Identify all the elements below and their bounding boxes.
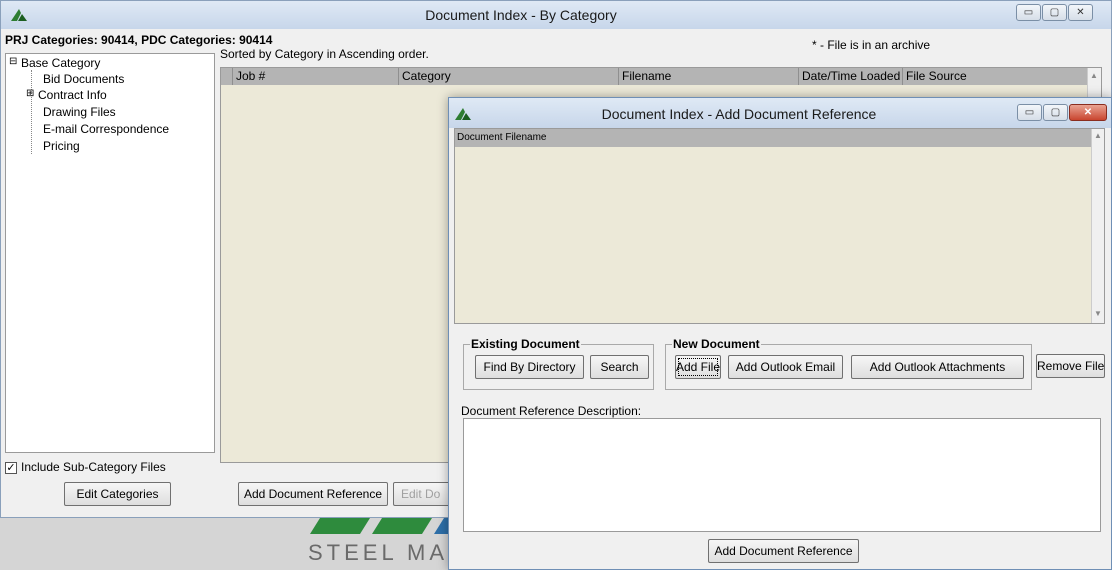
tree-expand-icon[interactable]: ⊞ bbox=[26, 88, 34, 99]
tree-item-pricing[interactable]: Pricing bbox=[43, 139, 80, 153]
new-document-group: New Document Add File Add Outlook Email … bbox=[665, 337, 1032, 390]
description-label: Document Reference Description: bbox=[461, 404, 642, 418]
search-button[interactable]: Search bbox=[590, 355, 649, 379]
main-title-bar[interactable]: Document Index - By Category ▭ ▢ ✕ bbox=[1, 1, 1111, 29]
category-tree[interactable]: ⊟ Base Category Bid Documents ⊞ Contract… bbox=[5, 53, 215, 453]
maximize-icon: ▢ bbox=[1049, 7, 1060, 18]
close-icon: ✕ bbox=[1076, 7, 1085, 18]
list-scroll-up-icon[interactable]: ▲ bbox=[1094, 131, 1102, 140]
list-vertical-scrollbar[interactable]: ▲ ▼ bbox=[1091, 129, 1104, 323]
dialog-maximize-icon: ▢ bbox=[1050, 107, 1061, 118]
close-button[interactable]: ✕ bbox=[1068, 4, 1093, 21]
document-filename-list[interactable]: Document Filename ▲ ▼ bbox=[454, 128, 1105, 324]
scroll-up-icon[interactable]: ▲ bbox=[1090, 71, 1098, 80]
tree-item-contract-info[interactable]: Contract Info bbox=[38, 88, 107, 102]
archive-note: * - File is in an archive bbox=[812, 38, 931, 52]
include-subcategory-label: Include Sub-Category Files bbox=[21, 460, 166, 474]
find-by-directory-button[interactable]: Find By Directory bbox=[475, 355, 584, 379]
list-scroll-down-icon[interactable]: ▼ bbox=[1094, 309, 1102, 318]
dialog-title: Document Index - Add Document Reference bbox=[601, 106, 877, 122]
logo-mark bbox=[310, 518, 460, 534]
include-subcategory-checkbox[interactable]: ✓ bbox=[5, 462, 17, 474]
tree-item-drawing-files[interactable]: Drawing Files bbox=[43, 105, 116, 119]
remove-file-button[interactable]: Remove File bbox=[1036, 354, 1105, 378]
description-textarea[interactable] bbox=[463, 418, 1101, 532]
new-document-label: New Document bbox=[672, 337, 761, 351]
column-filename[interactable]: Filename bbox=[619, 68, 799, 85]
document-filename-header[interactable]: Document Filename bbox=[455, 129, 1091, 147]
column-category[interactable]: Category bbox=[399, 68, 619, 85]
column-job-number[interactable]: Job # bbox=[233, 68, 399, 85]
grid-row-selector-header bbox=[221, 68, 233, 85]
column-file-source[interactable]: File Source bbox=[903, 68, 1087, 85]
dialog-minimize-icon: ▭ bbox=[1024, 107, 1035, 118]
dialog-minimize-button[interactable]: ▭ bbox=[1017, 104, 1042, 121]
minimize-button[interactable]: ▭ bbox=[1016, 4, 1041, 21]
dialog-add-document-reference-button[interactable]: Add Document Reference bbox=[708, 539, 859, 563]
sort-status: Sorted by Category in Ascending order. bbox=[220, 47, 429, 61]
dialog-maximize-button[interactable]: ▢ bbox=[1043, 104, 1068, 121]
add-outlook-email-button[interactable]: Add Outlook Email bbox=[728, 355, 843, 379]
tree-item-bid-documents[interactable]: Bid Documents bbox=[43, 72, 124, 86]
main-add-document-reference-button[interactable]: Add Document Reference bbox=[238, 482, 388, 506]
tree-item-email-correspondence[interactable]: E-mail Correspondence bbox=[43, 122, 169, 136]
edit-categories-button[interactable]: Edit Categories bbox=[64, 482, 171, 506]
add-document-reference-dialog: Document Index - Add Document Reference … bbox=[448, 97, 1112, 570]
categories-header: PRJ Categories: 90414, PDC Categories: 9… bbox=[5, 33, 273, 47]
existing-document-label: Existing Document bbox=[470, 337, 581, 351]
dialog-title-bar[interactable]: Document Index - Add Document Reference … bbox=[449, 98, 1111, 128]
logo-text: STEEL MA bbox=[308, 540, 448, 565]
tree-root-base-category[interactable]: Base Category bbox=[21, 56, 100, 70]
dialog-close-icon: ✕ bbox=[1083, 107, 1093, 118]
main-window-title: Document Index - By Category bbox=[425, 7, 617, 23]
grid-header-row: Job # Category Filename Date/Time Loaded… bbox=[221, 68, 1087, 85]
add-outlook-attachments-button[interactable]: Add Outlook Attachments bbox=[851, 355, 1024, 379]
add-file-button[interactable]: Add File bbox=[675, 355, 721, 379]
tree-guide-line bbox=[31, 70, 32, 154]
tree-collapse-icon[interactable]: ⊟ bbox=[9, 56, 17, 67]
column-date-time-loaded[interactable]: Date/Time Loaded bbox=[799, 68, 903, 85]
minimize-icon: ▭ bbox=[1023, 7, 1034, 18]
existing-document-group: Existing Document Find By Directory Sear… bbox=[463, 337, 654, 390]
dialog-close-button[interactable]: ✕ bbox=[1069, 104, 1107, 121]
maximize-button[interactable]: ▢ bbox=[1042, 4, 1067, 21]
